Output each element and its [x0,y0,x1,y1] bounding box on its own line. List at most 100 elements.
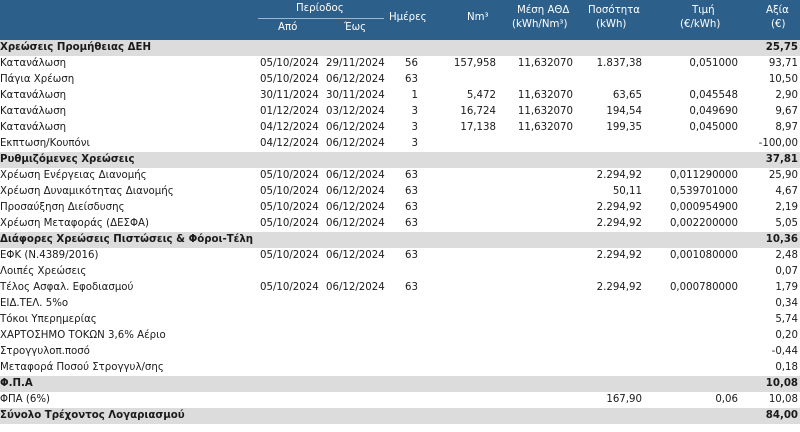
cell-days: 1 [411,90,418,101]
cell-value: 0,18 [775,362,798,373]
header-period: Περίοδος [296,3,344,14]
cell-qty: 1.837,38 [596,58,642,69]
cell-qty: 2.294,92 [596,170,642,181]
header-price-unit: (€/kWh) [680,19,721,30]
cell-to: 06/12/2024 [326,186,385,197]
cell-days: 63 [405,282,418,293]
header-value: Αξία [766,5,789,16]
cell-from: 01/12/2024 [260,106,319,117]
cell-days: 56 [405,58,418,69]
cell-nm3: 17,138 [460,122,496,133]
row-description: Κατανάλωση [0,122,67,133]
cell-from: 05/10/2024 [260,250,319,261]
cell-value: 84,00 [765,410,798,421]
header-from: Από [278,22,298,33]
row-description: Στρογγυλοπ.ποσό [0,346,90,357]
row-description: ΕΦΚ (Ν.4389/2016) [0,250,99,261]
cell-to: 06/12/2024 [326,138,385,149]
section-row: Φ.Π.Α 10,08 [0,376,800,392]
table-row: Κατανάλωση 04/12/2024 06/12/2024 3 17,138 11,… [0,120,800,136]
cell-value: 8,97 [775,122,798,133]
row-description: Σύνολο Τρέχοντος Λογαριασμού [0,410,185,421]
cell-qty: 2.294,92 [596,218,642,229]
cell-pcs: 11,632070 [517,122,573,133]
cell-pcs: 11,632070 [517,90,573,101]
cell-days: 3 [411,106,418,117]
cell-days: 63 [405,250,418,261]
cell-days: 3 [411,122,418,133]
cell-from: 04/12/2024 [260,138,319,149]
cell-value: 10,36 [765,234,798,245]
row-description: Κατανάλωση [0,58,67,69]
cell-from: 05/10/2024 [260,170,319,181]
cell-qty: 63,65 [612,90,642,101]
header-qty: Ποσότητα [588,5,641,16]
row-description: ΧΑΡΤΟΣΗΜΟ ΤΟΚΩΝ 3,6% Αέριο [0,330,166,341]
row-description: Φ.Π.Α [0,378,33,389]
cell-price: 0,000954900 [669,202,738,213]
row-description: Τόκοι Υπερημερίας [0,314,97,325]
cell-to: 06/12/2024 [326,74,385,85]
cell-price: 0,06 [715,394,738,405]
table-row: Χρέωση Δυναμικότητας Διανομής 05/10/2024 0… [0,184,800,200]
cell-from: 05/10/2024 [260,58,319,69]
cell-qty: 50,11 [612,186,642,197]
header-price: Τιμή [692,5,715,16]
header-pcs-unit: (kWh/Nm³) [512,19,568,30]
table-row: ΦΠΑ (6%) 167,90 0,06 10,08 [0,392,800,408]
cell-value: 2,19 [775,202,798,213]
cell-to: 06/12/2024 [326,122,385,133]
row-description: Ρυθμιζόμενες Χρεώσεις [0,154,135,165]
cell-price: 0,000780000 [669,282,738,293]
section-row: Χρεώσεις Προμήθειας ΔΕΗ 25,75 [0,40,800,56]
cell-days: 63 [405,170,418,181]
cell-to: 06/12/2024 [326,170,385,181]
header-value-unit: (€) [771,19,786,30]
cell-value: 10,50 [768,74,798,85]
header-days: Ημέρες [389,12,427,23]
cell-value: 2,48 [775,250,798,261]
cell-to: 29/11/2024 [326,58,385,69]
table-row: Στρογγυλοπ.ποσό -0,44 [0,344,800,360]
cell-to: 30/11/2024 [326,90,385,101]
row-description: Χρέωση Ενέργειας Διανομής [0,170,147,181]
cell-from: 05/10/2024 [260,218,319,229]
cell-value: 25,75 [765,42,798,53]
table-row: Κατανάλωση 01/12/2024 03/12/2024 3 16,724 11,… [0,104,800,120]
cell-value: 1,79 [775,282,798,293]
cell-from: 05/10/2024 [260,74,319,85]
total-row: Σύνολο Τρέχοντος Λογαριασμού 84,00 [0,408,800,424]
cell-value: 5,74 [775,314,798,325]
cell-qty: 2.294,92 [596,282,642,293]
cell-value: 93,71 [768,58,798,69]
cell-qty: 194,54 [606,106,642,117]
cell-value: 9,67 [775,106,798,117]
table-row: ΕΦΚ (Ν.4389/2016) 05/10/2024 06/12/2024 63 2… [0,248,800,264]
cell-price: 0,051000 [689,58,738,69]
row-description: Εκπτωση/Κουπόνι [0,138,90,149]
cell-days: 63 [405,74,418,85]
cell-days: 3 [411,138,418,149]
cell-from: 05/10/2024 [260,186,319,197]
table-row: Χρέωση Ενέργειας Διανομής 05/10/2024 06/12… [0,168,800,184]
header-nm3: Nm³ [467,12,489,23]
cell-to: 06/12/2024 [326,218,385,229]
cell-from: 30/11/2024 [260,90,319,101]
cell-days: 63 [405,186,418,197]
table-row: Χρέωση Μεταφοράς (ΔΕΣΦΑ) 05/10/2024 06/12/… [0,216,800,232]
table-row: Τόκοι Υπερημερίας 5,74 [0,312,800,328]
cell-price: 0,011290000 [669,170,738,181]
cell-to: 03/12/2024 [326,106,385,117]
cell-pcs: 11,632070 [517,58,573,69]
table-row: Προσαύξηση Διείσδυσης 05/10/2024 06/12/202… [0,200,800,216]
cell-from: 04/12/2024 [260,122,319,133]
cell-value: 25,90 [768,170,798,181]
cell-qty: 2.294,92 [596,250,642,261]
cell-price: 0,539701000 [669,186,738,197]
table-row: ΧΑΡΤΟΣΗΜΟ ΤΟΚΩΝ 3,6% Αέριο 0,20 [0,328,800,344]
cell-value: 2,90 [775,90,798,101]
table-row: ΕΙΔ.ΤΕΛ. 5%ο 0,34 [0,296,800,312]
cell-price: 0,002200000 [669,218,738,229]
header-to: Έως [344,22,367,33]
cell-nm3: 5,472 [466,90,496,101]
